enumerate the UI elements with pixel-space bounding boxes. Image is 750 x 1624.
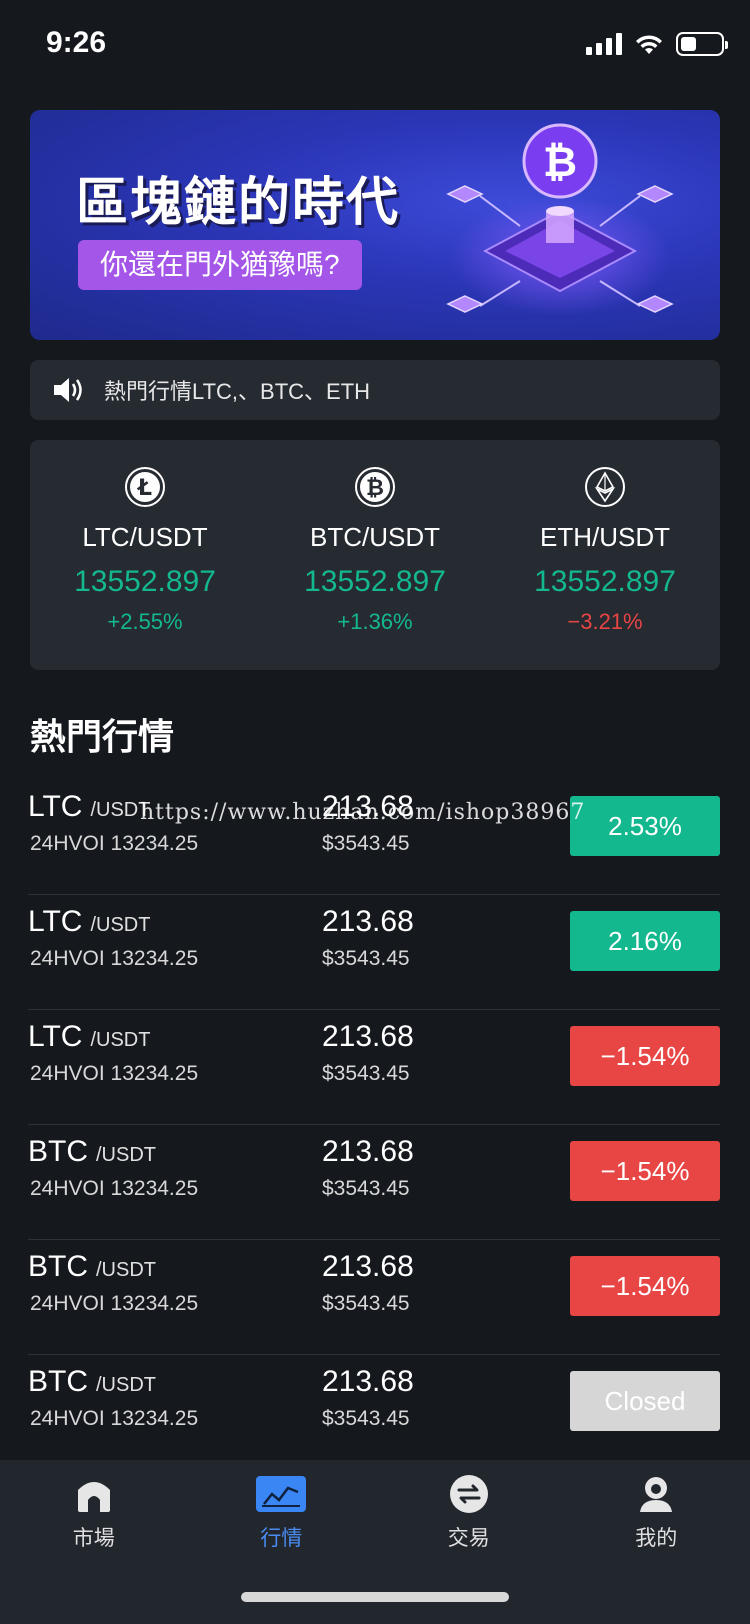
quote-currency: /USDT	[96, 1144, 156, 1166]
tab-label: 交易	[447, 1527, 490, 1550]
svg-text:₿: ₿	[366, 476, 384, 501]
market-row[interactable]: BTC/USDT 24HVOI 13234.25 213.68 $3543.45…	[28, 1125, 720, 1240]
svg-text:₿: ₿	[543, 137, 577, 186]
ticker-pair: ETH/USDT	[540, 522, 670, 552]
change-badge[interactable]: −1.54%	[570, 1026, 720, 1086]
bottom-tab-bar: 市場 行情 交易 我的	[0, 1460, 750, 1624]
volume-24h: 24HVOI 13234.25	[30, 947, 199, 970]
tab-label: 我的	[635, 1527, 678, 1550]
market-row[interactable]: LTC/USDT 24HVOI 13234.25 213.68 $3543.45…	[28, 780, 720, 895]
tab-trade[interactable]: 交易	[375, 1460, 563, 1570]
market-list: LTC/USDT 24HVOI 13234.25 213.68 $3543.45…	[28, 780, 720, 1470]
change-badge[interactable]: Closed	[570, 1371, 720, 1431]
usd-price: $3543.45	[322, 1292, 410, 1315]
svg-text:Ł: Ł	[137, 476, 152, 501]
status-time: 9:26	[46, 26, 107, 59]
volume-24h: 24HVOI 13234.25	[30, 1062, 199, 1085]
volume-24h: 24HVOI 13234.25	[30, 832, 199, 855]
quote-currency: /USDT	[90, 1029, 151, 1051]
litecoin-icon: Ł	[125, 467, 165, 507]
coin-symbol: LTC/USDT	[28, 905, 151, 938]
wifi-icon	[636, 35, 662, 54]
change-badge[interactable]: −1.54%	[570, 1141, 720, 1201]
market-row[interactable]: BTC/USDT 24HVOI 13234.25 213.68 $3543.45…	[28, 1240, 720, 1355]
home-icon	[68, 1474, 120, 1514]
chart-icon	[255, 1474, 307, 1514]
featured-tickers: Ł LTC/USDT 13552.897 +2.55% ₿ BTC/USDT 1…	[30, 440, 720, 670]
coin-symbol: BTC/USDT	[28, 1365, 156, 1398]
ticker-change: +2.55%	[107, 609, 183, 634]
tab-quotes[interactable]: 行情	[188, 1460, 376, 1570]
last-price: 213.68	[322, 905, 414, 938]
last-price: 213.68	[322, 1020, 414, 1053]
usd-price: $3543.45	[322, 832, 410, 855]
tab-market[interactable]: 市場	[0, 1460, 188, 1570]
status-bar: 9:26	[0, 0, 750, 90]
cellular-signal-icon	[586, 33, 622, 55]
volume-24h: 24HVOI 13234.25	[30, 1292, 199, 1315]
banner-subtitle: 你還在門外猶豫嗎?	[78, 240, 362, 290]
ticker-card[interactable]: ETH/USDT 13552.897 −3.21%	[490, 440, 720, 670]
ticker-price: 13552.897	[74, 565, 216, 598]
announcement-bar[interactable]: 熱門行情LTC,、BTC、ETH	[30, 360, 720, 420]
last-price: 213.68	[322, 1250, 414, 1283]
usd-price: $3543.45	[322, 1177, 410, 1200]
volume-24h: 24HVOI 13234.25	[30, 1177, 199, 1200]
ticker-card[interactable]: ₿ BTC/USDT 13552.897 +1.36%	[260, 440, 490, 670]
ethereum-icon	[585, 467, 625, 507]
swap-icon	[443, 1474, 495, 1514]
volume-24h: 24HVOI 13234.25	[30, 1407, 199, 1430]
ticker-change: +1.36%	[337, 609, 413, 634]
usd-price: $3543.45	[322, 1407, 410, 1430]
blockchain-illustration: ₿	[446, 123, 674, 316]
coin-symbol: LTC/USDT	[28, 790, 151, 823]
announcement-text: 熱門行情LTC,、BTC、ETH	[104, 379, 371, 404]
last-price: 213.68	[322, 1365, 414, 1398]
change-badge[interactable]: 2.16%	[570, 911, 720, 971]
ticker-pair: LTC/USDT	[82, 522, 208, 552]
coin-symbol: BTC/USDT	[28, 1250, 156, 1283]
market-row[interactable]: LTC/USDT 24HVOI 13234.25 213.68 $3543.45…	[28, 1010, 720, 1125]
banner-title: 區塊鏈的時代	[76, 174, 401, 232]
ticker-price: 13552.897	[534, 565, 676, 598]
tab-label: 市場	[72, 1527, 115, 1550]
quote-currency: /USDT	[90, 799, 151, 821]
ticker-pair: BTC/USDT	[310, 522, 440, 552]
change-badge[interactable]: −1.54%	[570, 1256, 720, 1316]
quote-currency: /USDT	[90, 914, 151, 936]
bitcoin-icon: ₿	[355, 467, 395, 507]
coin-symbol: BTC/USDT	[28, 1135, 156, 1168]
last-price: 213.68	[322, 790, 414, 823]
last-price: 213.68	[322, 1135, 414, 1168]
ticker-card[interactable]: Ł LTC/USDT 13552.897 +2.55%	[30, 440, 260, 670]
tab-profile[interactable]: 我的	[563, 1460, 750, 1570]
promo-banner[interactable]: 區塊鏈的時代 你還在門外猶豫嗎? ₿	[30, 110, 720, 340]
usd-price: $3543.45	[322, 947, 410, 970]
coin-symbol: LTC/USDT	[28, 1020, 151, 1053]
quote-currency: /USDT	[96, 1374, 156, 1396]
market-row[interactable]: LTC/USDT 24HVOI 13234.25 213.68 $3543.45…	[28, 895, 720, 1010]
change-badge[interactable]: 2.53%	[570, 796, 720, 856]
quote-currency: /USDT	[96, 1259, 156, 1281]
market-row[interactable]: BTC/USDT 24HVOI 13234.25 213.68 $3543.45…	[28, 1355, 720, 1470]
usd-price: $3543.45	[322, 1062, 410, 1085]
tab-label: 行情	[260, 1527, 303, 1550]
ticker-change: −3.21%	[567, 609, 643, 634]
profile-icon	[630, 1474, 682, 1514]
ticker-price: 13552.897	[304, 565, 446, 598]
home-indicator[interactable]	[241, 1592, 509, 1602]
battery-icon	[676, 32, 728, 56]
status-icons	[586, 32, 728, 56]
section-title: 熱門行情	[30, 716, 175, 757]
speaker-icon	[54, 378, 82, 402]
